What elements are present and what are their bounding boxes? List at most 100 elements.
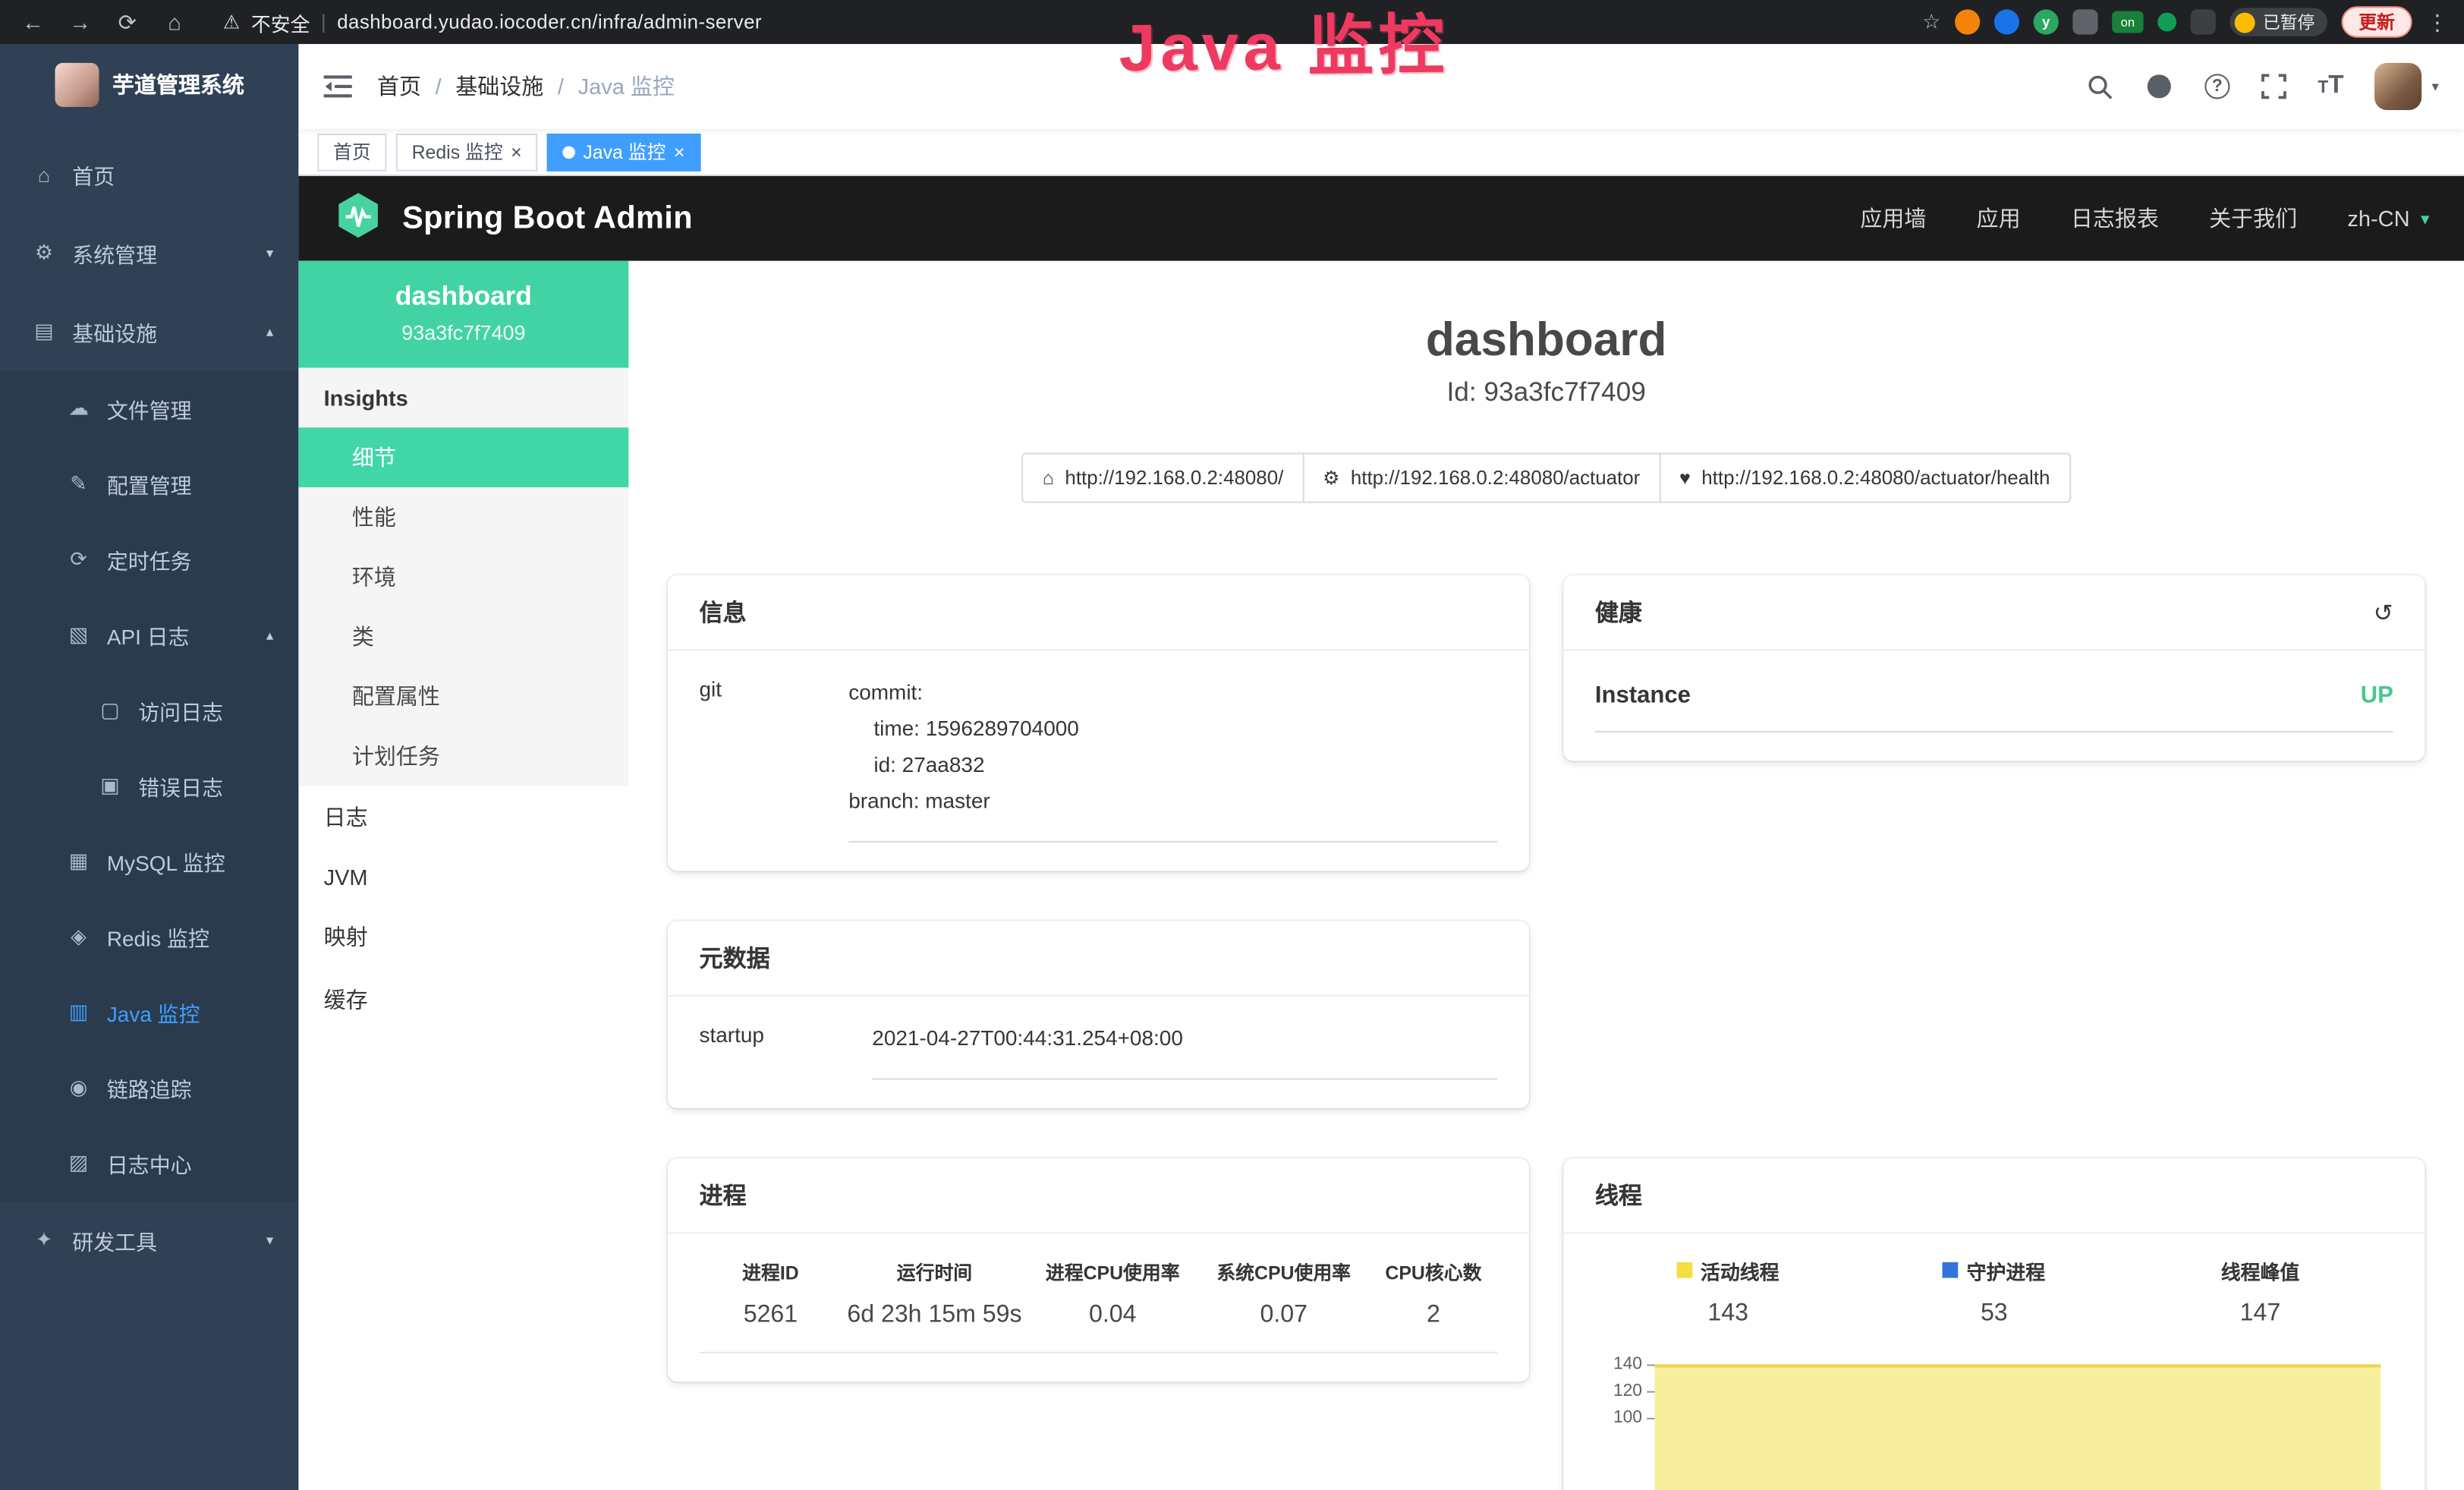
sba-brand-title[interactable]: Spring Boot Admin — [402, 200, 693, 237]
paused-badge[interactable]: 已暂停 — [2230, 8, 2327, 36]
chevron-down-icon: ▾ — [266, 1231, 273, 1249]
hamburger-icon[interactable] — [324, 74, 352, 99]
bookmark-star-icon[interactable]: ☆ — [1922, 9, 1940, 34]
tab-label: 首页 — [333, 138, 371, 165]
fullscreen-icon[interactable] — [2261, 74, 2286, 99]
close-icon[interactable]: × — [674, 142, 685, 161]
sba-item-config-props[interactable]: 配置属性 — [298, 666, 628, 726]
smiley-icon — [2235, 12, 2255, 33]
tab-home[interactable]: 首页 — [317, 133, 386, 171]
sidebar-item-error-log[interactable]: ▣ 错误日志 — [0, 748, 298, 824]
sidebar-item-mysql[interactable]: ▦ MySQL 监控 — [0, 824, 298, 899]
sidebar-item-config[interactable]: ✎ 配置管理 — [0, 446, 298, 521]
sba-item-metrics[interactable]: 性能 — [298, 487, 628, 547]
metadata-card: 元数据 startup 2021-04-27T00:44:31.254+08:0… — [668, 921, 1529, 1107]
process-col-value: 6d 23h 15m 59s — [842, 1301, 1027, 1329]
sba-item-logs[interactable]: 日志 — [298, 786, 628, 849]
sidebar-item-label: 错误日志 — [138, 770, 223, 802]
font-size-icon[interactable]: TT — [2318, 72, 2343, 100]
home-icon[interactable]: ⌂ — [157, 9, 192, 34]
sba-nav-applications[interactable]: 应用 — [1977, 203, 2021, 234]
breadcrumb: 首页 / 基础设施 / Java 监控 — [377, 71, 675, 102]
instance-header[interactable]: dashboard 93a3fc7f7409 — [298, 261, 628, 368]
history-icon[interactable]: ↺ — [2374, 598, 2393, 626]
user-menu[interactable]: ▾ — [2375, 63, 2439, 110]
info-value: commit: time: 1596289704000 id: 27aa832 … — [848, 676, 1497, 842]
github-icon[interactable] — [2145, 72, 2173, 100]
service-url-button[interactable]: ⌂ http://192.168.0.2:48080/ — [1022, 452, 1304, 502]
sba-item-jvm[interactable]: JVM — [298, 849, 628, 906]
sidebar-item-redis[interactable]: ◈ Redis 监控 — [0, 899, 298, 974]
sba-item-mappings[interactable]: 映射 — [298, 906, 628, 969]
process-col-value: 0.07 — [1198, 1301, 1369, 1329]
threads-card-title: 线程 — [1595, 1178, 1642, 1211]
spring-boot-admin-logo[interactable] — [333, 190, 383, 248]
sidebar-item-java-monitor[interactable]: ▥ Java 监控 — [0, 975, 298, 1050]
locale-selector[interactable]: zh-CN ▾ — [2347, 206, 2429, 231]
sba-item-details[interactable]: 细节 — [298, 427, 628, 487]
sidebar-item-log-center[interactable]: ▨ 日志中心 — [0, 1126, 298, 1201]
app-logo — [54, 63, 98, 107]
sba-nav-about[interactable]: 关于我们 — [2209, 203, 2297, 234]
sidebar-item-access-log[interactable]: ▢ 访问日志 — [0, 673, 298, 748]
chrome-menu-icon[interactable]: ⋮ — [2426, 8, 2448, 35]
sidebar-item-label: 日志中心 — [107, 1148, 192, 1179]
legend-label: 线程峰值 — [2221, 1255, 2300, 1285]
back-icon[interactable]: ← — [16, 9, 51, 34]
search-icon[interactable] — [2087, 73, 2113, 99]
tab-redis-monitor[interactable]: Redis 监控 × — [396, 133, 537, 171]
sba-nav: 应用墙 应用 日志报表 关于我们 zh-CN ▾ — [1860, 203, 2429, 234]
sba-nav-journal[interactable]: 日志报表 — [2071, 203, 2159, 234]
address-bar[interactable]: ⚠ 不安全 | dashboard.yudao.iocoder.cn/infra… — [223, 7, 762, 36]
sba-nav-wallboard[interactable]: 应用墙 — [1860, 203, 1926, 234]
sba-item-caches[interactable]: 缓存 — [298, 969, 628, 1032]
extension-puzzle-icon[interactable] — [2191, 9, 2216, 34]
security-warning-icon[interactable]: ⚠ — [223, 11, 240, 33]
tab-java-monitor[interactable]: Java 监控 × — [547, 133, 700, 171]
extension-y-icon[interactable]: y — [2034, 9, 2059, 34]
instance-id: 93a3fc7f7409 — [311, 320, 616, 344]
error-log-icon: ▣ — [97, 773, 122, 799]
sba-item-classes[interactable]: 类 — [298, 606, 628, 666]
sidebar-item-trace[interactable]: ◉ 链路追踪 — [0, 1050, 298, 1125]
sidebar-item-label: 配置管理 — [107, 468, 192, 499]
process-card-title: 进程 — [700, 1178, 747, 1211]
url-text[interactable]: dashboard.yudao.iocoder.cn/infra/admin-s… — [337, 11, 762, 33]
sidebar-item-label: 首页 — [72, 159, 115, 190]
sba-item-environment[interactable]: 环境 — [298, 547, 628, 607]
reload-icon[interactable]: ⟳ — [110, 8, 145, 35]
extension-leaf-icon[interactable] — [2157, 13, 2176, 32]
sidebar-item-api-log[interactable]: ▧ API 日志 ▴ — [0, 597, 298, 673]
sidebar-item-system[interactable]: ⚙ 系统管理 ▾ — [0, 214, 298, 293]
breadcrumb-home[interactable]: 首页 — [377, 71, 421, 102]
sidebar-item-cron[interactable]: ⟳ 定时任务 — [0, 522, 298, 597]
forward-icon[interactable]: → — [63, 9, 98, 34]
security-label: 不安全 — [251, 7, 310, 36]
chrome-update-button[interactable]: 更新 — [2341, 6, 2412, 37]
paused-label: 已暂停 — [2263, 9, 2315, 34]
eye-icon: ◉ — [66, 1075, 91, 1100]
extension-grid-icon[interactable] — [2072, 9, 2097, 34]
process-card: 进程 进程ID 5261 运行时间 6d 23h 15m 59 — [668, 1158, 1529, 1381]
extension-fox-icon[interactable] — [1955, 9, 1980, 34]
sba-item-scheduled-tasks[interactable]: 计划任务 — [298, 726, 628, 786]
sidebar-item-file[interactable]: ☁ 文件管理 — [0, 371, 298, 446]
app-logo-row[interactable]: 芋道管理系统 — [0, 44, 298, 126]
health-url-button[interactable]: ♥ http://192.168.0.2:48080/actuator/heal… — [1659, 452, 2070, 502]
help-icon[interactable]: ? — [2204, 74, 2230, 99]
sidebar-item-infra[interactable]: ▤ 基础设施 ▴ — [0, 292, 298, 371]
extension-drop-icon[interactable] — [1994, 9, 2019, 34]
actuator-url-button[interactable]: ⚙ http://192.168.0.2:48080/actuator — [1302, 452, 1660, 502]
extension-on-badge-icon[interactable]: on — [2112, 11, 2143, 33]
sidebar-item-devtools[interactable]: ✦ 研发工具 ▾ — [0, 1201, 298, 1280]
browser-actions: ☆ y on 已暂停 更新 ⋮ — [1922, 6, 2448, 37]
y-tick-mark — [1647, 1391, 1654, 1392]
heart-icon: ♥ — [1679, 467, 1691, 489]
close-icon[interactable]: × — [511, 142, 522, 161]
screen: ← → ⟳ ⌂ ⚠ 不安全 | dashboard.yudao.iocoder.… — [0, 0, 2464, 1490]
sba-header: Spring Boot Admin 应用墙 应用 日志报表 关于我们 zh-CN… — [298, 176, 2464, 261]
breadcrumb-infra[interactable]: 基础设施 — [455, 71, 543, 102]
y-tick-mark — [1647, 1417, 1654, 1419]
sidebar-item-home[interactable]: ⌂ 首页 — [0, 135, 298, 214]
y-tick-label: 140 — [1613, 1354, 1642, 1373]
